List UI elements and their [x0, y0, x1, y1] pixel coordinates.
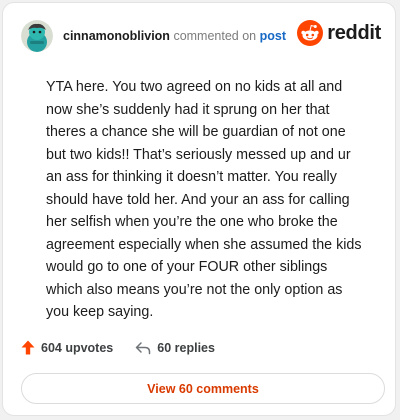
upvote-stat[interactable]: 604 upvotes — [21, 340, 113, 355]
avatar-image — [21, 20, 53, 52]
reddit-snoo-icon — [297, 20, 324, 46]
reddit-logo[interactable]: reddit — [297, 20, 381, 46]
view-comments-button[interactable]: View 60 comments — [21, 373, 385, 404]
reply-count: 60 replies — [157, 340, 215, 355]
post-link[interactable]: post — [260, 29, 286, 43]
reply-stat[interactable]: 60 replies — [135, 341, 215, 355]
reddit-wordmark: reddit — [327, 21, 381, 44]
comment-card: cinnamonoblivion commented on post reddi… — [2, 2, 396, 416]
username-link[interactable]: cinnamonoblivion — [63, 29, 170, 43]
comment-stats: 604 upvotes 60 replies — [21, 340, 215, 355]
reply-arrow-icon — [136, 341, 151, 354]
comment-byline: cinnamonoblivion commented on post — [63, 29, 286, 43]
upvote-arrow-icon — [21, 340, 35, 355]
avatar[interactable] — [21, 20, 53, 52]
upvote-count: 604 upvotes — [41, 340, 114, 355]
comment-body: YTA here. You two agreed on no kids at a… — [46, 79, 362, 320]
comment-action-text: commented on — [173, 29, 257, 43]
